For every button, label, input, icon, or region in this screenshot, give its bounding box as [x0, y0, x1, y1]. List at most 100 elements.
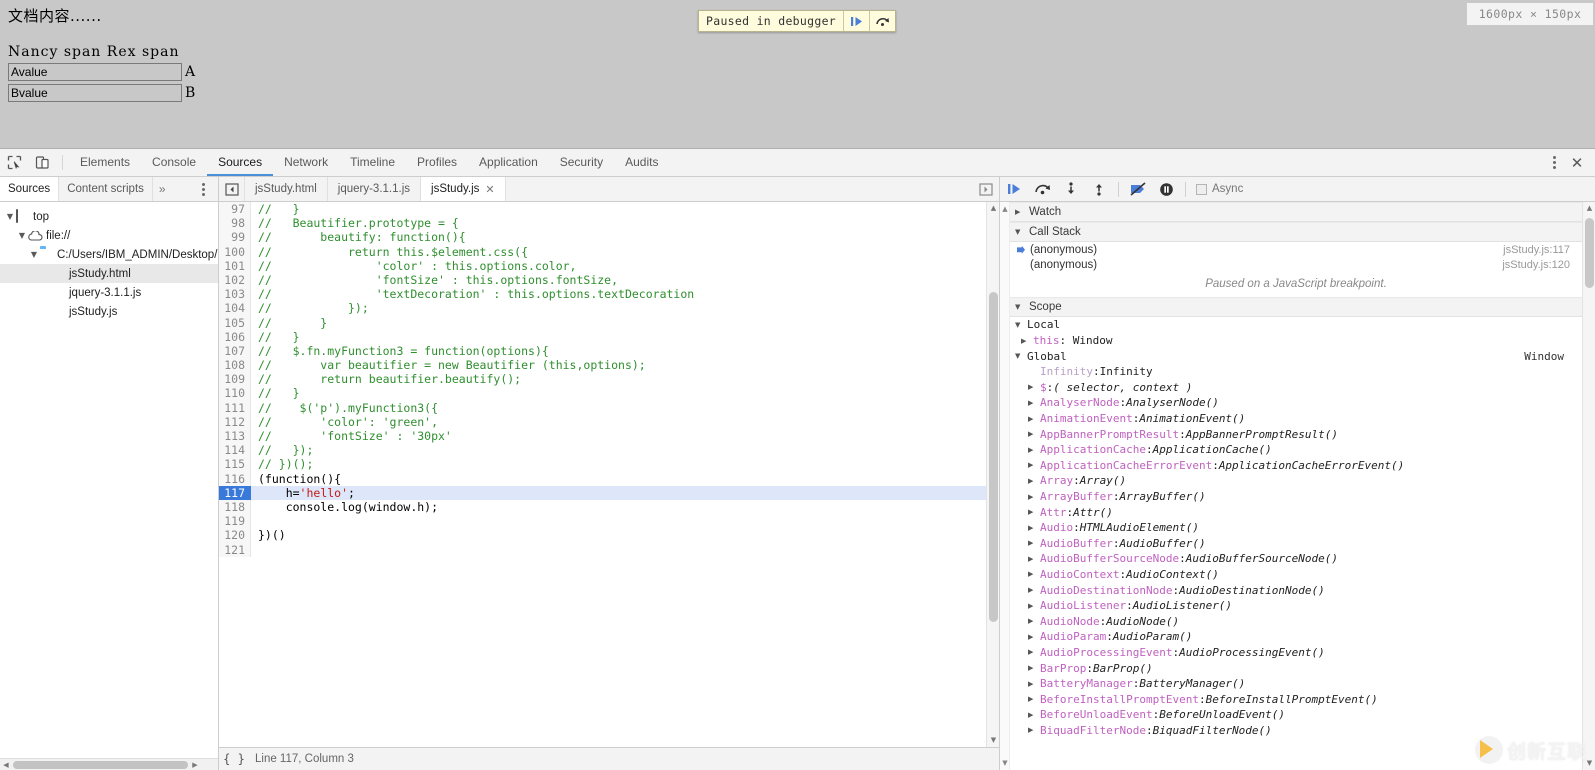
twisty-icon[interactable]: ▶: [1028, 680, 1037, 688]
code-text[interactable]: // }: [251, 386, 986, 400]
scope-property-row[interactable]: ▶ AudioParam: AudioParam(): [1010, 629, 1582, 645]
code-text[interactable]: // $.fn.myFunction3 = function(options){: [251, 344, 986, 358]
twisty-icon[interactable]: ▶: [1021, 337, 1030, 345]
scrollbar-thumb[interactable]: [1585, 218, 1594, 288]
tree-item-jquery-js[interactable]: jquery-3.1.1.js: [0, 283, 218, 302]
scroll-up-icon[interactable]: ▲: [987, 202, 999, 215]
nav-tab-content-scripts[interactable]: Content scripts: [59, 177, 153, 201]
code-line[interactable]: 108// var beautifier = new Beautifier (t…: [219, 358, 986, 373]
twisty-icon[interactable]: ▶: [1028, 726, 1037, 734]
code-line[interactable]: 106// }: [219, 329, 986, 344]
line-number[interactable]: 115: [219, 457, 251, 472]
code-line[interactable]: 104// });: [219, 301, 986, 316]
input-a[interactable]: [8, 63, 182, 81]
scope-property-row[interactable]: ▶ BiquadFilterNode: BiquadFilterNode(): [1010, 723, 1582, 739]
scope-global-group[interactable]: ▼ Global Window: [1010, 348, 1582, 364]
input-b[interactable]: [8, 84, 182, 102]
scope-property-row[interactable]: Infinity: Infinity: [1010, 364, 1582, 380]
code-text[interactable]: // }: [251, 330, 986, 344]
line-number[interactable]: 111: [219, 400, 251, 415]
line-number[interactable]: 114: [219, 443, 251, 458]
step-into-icon[interactable]: [1058, 178, 1084, 201]
scroll-up-icon[interactable]: ▲: [1583, 202, 1595, 215]
resume-icon[interactable]: [843, 11, 869, 31]
section-scope[interactable]: ▼ Scope: [1010, 297, 1582, 318]
async-checkbox[interactable]: [1196, 183, 1207, 195]
file-tab-jsstudy-js[interactable]: jsStudy.js ✕: [421, 177, 506, 201]
twisty-icon[interactable]: ▶: [1028, 446, 1037, 454]
code-text[interactable]: (function(){: [251, 472, 986, 486]
code-line[interactable]: 121: [219, 542, 986, 557]
scrollbar-thumb[interactable]: [989, 292, 998, 622]
line-number[interactable]: 99: [219, 230, 251, 245]
navigator-options-icon[interactable]: [192, 178, 214, 200]
tree-item-jsstudy-html[interactable]: jsStudy.html: [0, 264, 218, 283]
code-vertical-scrollbar[interactable]: ▲ ▼: [986, 202, 999, 747]
code-line[interactable]: 110// }: [219, 386, 986, 401]
code-text[interactable]: })(): [251, 528, 986, 542]
scope-property-row[interactable]: ▶ BeforeUnloadEvent: BeforeUnloadEvent(): [1010, 707, 1582, 723]
tab-security[interactable]: Security: [549, 149, 614, 176]
twisty-icon[interactable]: ▶: [1028, 493, 1037, 501]
twisty-icon[interactable]: ▼: [4, 212, 16, 221]
tab-network[interactable]: Network: [273, 149, 339, 176]
tab-profiles[interactable]: Profiles: [406, 149, 468, 176]
tab-timeline[interactable]: Timeline: [339, 149, 406, 176]
step-over-icon[interactable]: [1030, 178, 1056, 201]
line-number[interactable]: 119: [219, 514, 251, 529]
line-number[interactable]: 108: [219, 358, 251, 373]
section-watch[interactable]: ▶ Watch: [1010, 202, 1582, 222]
line-number[interactable]: 104: [219, 301, 251, 316]
debugger-vertical-scrollbar[interactable]: ▲ ▼: [1582, 202, 1595, 770]
twisty-icon[interactable]: ▶: [1028, 711, 1037, 719]
scope-property-row[interactable]: ▶ BeforeInstallPromptEvent: BeforeInstall…: [1010, 691, 1582, 707]
tab-application[interactable]: Application: [468, 149, 549, 176]
scope-property-row[interactable]: ▶ AppBannerPromptResult: AppBannerPromptR…: [1010, 426, 1582, 442]
scope-property-row[interactable]: ▶ AudioNode: AudioNode(): [1010, 613, 1582, 629]
scope-property-row[interactable]: ▶ Audio: HTMLAudioElement(): [1010, 520, 1582, 536]
line-number[interactable]: 106: [219, 329, 251, 344]
twisty-icon[interactable]: ▶: [1028, 586, 1037, 594]
twisty-icon[interactable]: ▶: [1028, 539, 1037, 547]
twisty-icon[interactable]: ▶: [1028, 415, 1037, 423]
code-text[interactable]: // 'textDecoration' : this.options.textD…: [251, 287, 986, 301]
line-number[interactable]: 101: [219, 258, 251, 273]
scope-property-row[interactable]: ▶ ArrayBuffer: ArrayBuffer(): [1010, 489, 1582, 505]
code-line[interactable]: 100// return this.$element.css({: [219, 244, 986, 259]
twisty-icon[interactable]: ▶: [1028, 664, 1037, 672]
code-text[interactable]: // return beautifier.beautify();: [251, 372, 986, 386]
scope-property-row[interactable]: ▶ AnalyserNode: AnalyserNode(): [1010, 395, 1582, 411]
navigator-more-tabs-icon[interactable]: »: [153, 177, 172, 201]
code-text[interactable]: // 'color' : this.options.color,: [251, 259, 986, 273]
code-text[interactable]: // }: [251, 202, 986, 216]
async-toggle[interactable]: Async: [1196, 183, 1243, 195]
line-number[interactable]: 110: [219, 386, 251, 401]
scope-property-row[interactable]: ▶ $: ( selector, context ): [1010, 380, 1582, 396]
scope-property-row[interactable]: ▶ Array: Array(): [1010, 473, 1582, 489]
code-text[interactable]: // $('p').myFunction3({: [251, 401, 986, 415]
line-number[interactable]: 103: [219, 287, 251, 302]
file-tab-jsstudy-html[interactable]: jsStudy.html: [245, 177, 328, 201]
twisty-icon[interactable]: ▶: [1028, 461, 1037, 469]
code-text[interactable]: // 'fontSize' : this.options.fontSize,: [251, 273, 986, 287]
scroll-down-icon[interactable]: ▼: [1583, 757, 1595, 770]
code-text[interactable]: // Beautifier.prototype = {: [251, 216, 986, 230]
code-line[interactable]: 117 h='hello';: [219, 485, 986, 500]
scope-property-row[interactable]: ▶ BarProp: BarProp(): [1010, 660, 1582, 676]
code-line[interactable]: 102// 'fontSize' : this.options.fontSize…: [219, 272, 986, 288]
code-text[interactable]: // }: [251, 316, 986, 330]
code-text[interactable]: // 'color': 'green',: [251, 415, 986, 429]
tree-item-file-protocol[interactable]: ▼ file://: [0, 226, 218, 245]
tab-console[interactable]: Console: [141, 149, 207, 176]
twisty-icon[interactable]: ▶: [1028, 648, 1037, 656]
code-line[interactable]: 116 (function(){: [219, 471, 986, 486]
code-text[interactable]: // beautify: function(){: [251, 230, 986, 244]
code-lines-container[interactable]: 97// } 98// Beautifier.prototype = {99// …: [219, 202, 986, 747]
twisty-icon[interactable]: ▶: [1028, 524, 1037, 532]
scope-property-row[interactable]: ▶ AudioBuffer: AudioBuffer(): [1010, 536, 1582, 552]
code-line[interactable]: 105// }: [219, 315, 986, 330]
code-text[interactable]: // 'fontSize' : '30px': [251, 429, 986, 443]
line-number[interactable]: 116: [219, 471, 251, 486]
twisty-icon[interactable]: ▶: [1028, 633, 1037, 641]
twisty-icon[interactable]: ▼: [28, 250, 40, 259]
